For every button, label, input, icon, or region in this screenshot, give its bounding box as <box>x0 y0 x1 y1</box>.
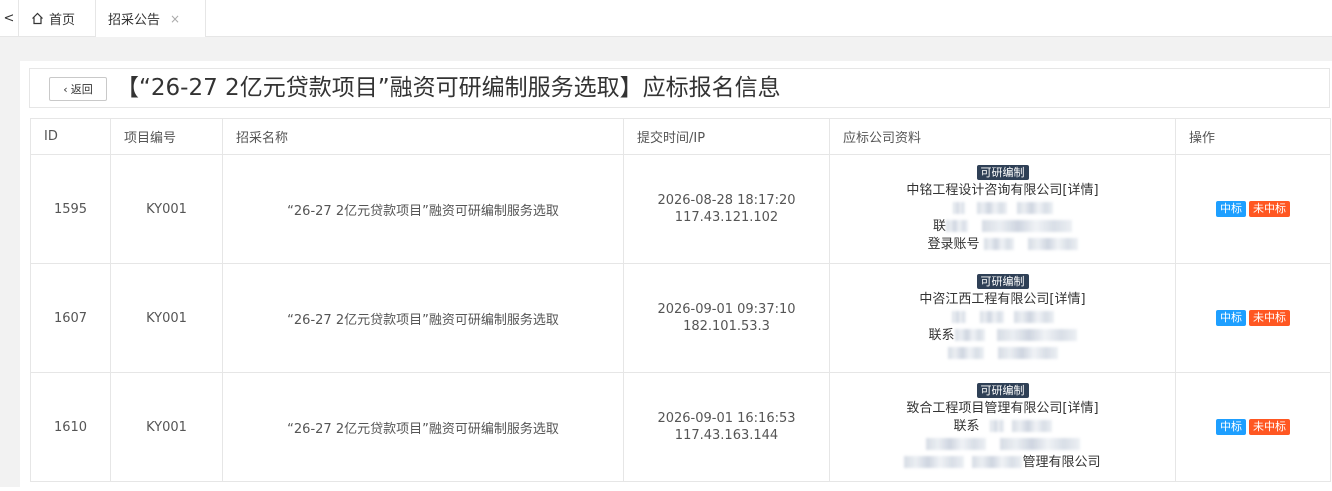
table-header-row: ID 项目编号 招采名称 提交时间/IP 应标公司资料 操作 <box>30 118 1331 155</box>
column-header: ID <box>30 118 111 155</box>
redacted-text <box>1011 420 1052 432</box>
column-header: 项目编号 <box>110 118 223 155</box>
column-header: 提交时间/IP <box>623 118 830 155</box>
award-button[interactable]: 中标 <box>1216 310 1246 326</box>
redacted-text <box>1027 238 1078 250</box>
redacted-text <box>996 329 1077 341</box>
table-row: 1595 KY001 “26-27 2亿元贷款项目”融资可研编制服务选取 202… <box>30 154 1331 264</box>
cell-name: “26-27 2亿元贷款项目”融资可研编制服务选取 <box>222 372 624 482</box>
cell-actions: 中标 未中标 <box>1175 263 1331 373</box>
submit-time: 2026-08-28 18:17:20 <box>657 193 796 208</box>
submit-time: 2026-09-01 09:37:10 <box>657 302 796 317</box>
award-button[interactable]: 中标 <box>1216 201 1246 217</box>
reject-button[interactable]: 未中标 <box>1249 419 1290 435</box>
account-prefix: 登录账号 <box>927 236 980 252</box>
reject-button[interactable]: 未中标 <box>1249 201 1290 217</box>
cell-actions: 中标 未中标 <box>1175 154 1331 264</box>
redacted-text <box>1013 311 1054 323</box>
redacted-text <box>972 456 1023 468</box>
redacted-text <box>976 202 1007 214</box>
redacted-text <box>947 347 984 359</box>
close-icon[interactable]: × <box>170 12 180 26</box>
redacted-text <box>952 202 965 214</box>
contact-prefix: 联系 <box>928 327 955 343</box>
tab-scroll-left-button[interactable]: < <box>0 0 18 36</box>
reject-button[interactable]: 未中标 <box>1249 310 1290 326</box>
cell-company-info: 可研编制 中咨江西工程有限公司[详情] 联系 <box>829 263 1176 373</box>
company-name-link[interactable]: 中铭工程设计咨询有限公司[详情] <box>830 182 1175 200</box>
cell-id: 1595 <box>30 154 111 264</box>
tab-home-label: 首页 <box>49 12 76 28</box>
home-icon <box>31 12 44 25</box>
submit-ip: 117.43.121.102 <box>674 210 779 225</box>
submit-ip: 117.43.163.144 <box>674 428 779 443</box>
tab-home[interactable]: 首页 <box>18 0 96 36</box>
column-header: 应标公司资料 <box>829 118 1176 155</box>
bid-registration-table: ID 项目编号 招采名称 提交时间/IP 应标公司资料 操作 1595 KY00… <box>30 118 1331 482</box>
main-content: ‹ 返回 【“26-27 2亿元贷款项目”融资可研编制服务选取】应标报名信息 I… <box>0 37 1332 491</box>
tab-procurement-label: 招采公告 <box>108 13 161 28</box>
redacted-text <box>951 311 966 323</box>
redacted-text <box>925 438 986 450</box>
redacted-text <box>999 438 1080 450</box>
cell-code: KY001 <box>110 263 223 373</box>
submit-time: 2026-09-01 16:16:53 <box>657 411 796 426</box>
redacted-text <box>982 220 1072 232</box>
contact-prefix: 联系 <box>953 418 980 434</box>
redacted-text <box>1016 202 1053 214</box>
cell-id: 1607 <box>30 263 111 373</box>
column-header: 操作 <box>1175 118 1331 155</box>
cell-name: “26-27 2亿元贷款项目”融资可研编制服务选取 <box>222 154 624 264</box>
company-name-link[interactable]: 中咨江西工程有限公司[详情] <box>830 291 1175 309</box>
chevron-left-icon: ‹ <box>63 82 68 96</box>
cell-company-info: 可研编制 中铭工程设计咨询有限公司[详情] 联 登录账号 <box>829 154 1176 264</box>
tab-bar: < 首页 招采公告 × <box>0 0 1332 37</box>
table-row: 1607 KY001 “26-27 2亿元贷款项目”融资可研编制服务选取 202… <box>30 263 1331 373</box>
column-header: 招采名称 <box>222 118 624 155</box>
service-tag: 可研编制 <box>976 273 1029 289</box>
cell-code: KY001 <box>110 372 223 482</box>
cell-actions: 中标 未中标 <box>1175 372 1331 482</box>
company-name-link[interactable]: 致合工程项目管理有限公司[详情] <box>830 400 1175 418</box>
service-tag: 可研编制 <box>976 164 1029 180</box>
back-button[interactable]: ‹ 返回 <box>49 77 107 101</box>
cell-name: “26-27 2亿元贷款项目”融资可研编制服务选取 <box>222 263 624 373</box>
page-title: 【“26-27 2亿元贷款项目”融资可研编制服务选取】应标报名信息 <box>116 75 781 101</box>
contact-prefix: 联 <box>932 218 946 234</box>
submit-ip: 182.101.53.3 <box>683 319 770 334</box>
back-button-label: 返回 <box>70 83 93 96</box>
redacted-text <box>997 347 1058 359</box>
tab-procurement-notice[interactable]: 招采公告 × <box>96 0 206 37</box>
cell-time-ip: 2026-09-01 16:16:53 117.43.163.144 <box>623 372 830 482</box>
redacted-text <box>979 311 1004 323</box>
cell-time-ip: 2026-08-28 18:17:20 117.43.121.102 <box>623 154 830 264</box>
redacted-text <box>983 238 1014 250</box>
cell-time-ip: 2026-09-01 09:37:10 182.101.53.3 <box>623 263 830 373</box>
cell-id: 1610 <box>30 372 111 482</box>
cell-company-info: 可研编制 致合工程项目管理有限公司[详情] 联系 管理有限公司 <box>829 372 1176 482</box>
redacted-text <box>989 420 1004 432</box>
page-header: ‹ 返回 【“26-27 2亿元贷款项目”融资可研编制服务选取】应标报名信息 <box>29 68 1330 108</box>
redacted-text <box>954 329 985 341</box>
award-button[interactable]: 中标 <box>1216 419 1246 435</box>
panel: ‹ 返回 【“26-27 2亿元贷款项目”融资可研编制服务选取】应标报名信息 I… <box>20 61 1332 491</box>
redacted-text <box>946 220 968 232</box>
chevron-left-icon: < <box>3 10 15 26</box>
redacted-text <box>904 456 965 468</box>
cell-code: KY001 <box>110 154 223 264</box>
company-suffix: 管理有限公司 <box>1022 454 1101 470</box>
service-tag: 可研编制 <box>976 382 1029 398</box>
table-row: 1610 KY001 “26-27 2亿元贷款项目”融资可研编制服务选取 202… <box>30 372 1331 482</box>
